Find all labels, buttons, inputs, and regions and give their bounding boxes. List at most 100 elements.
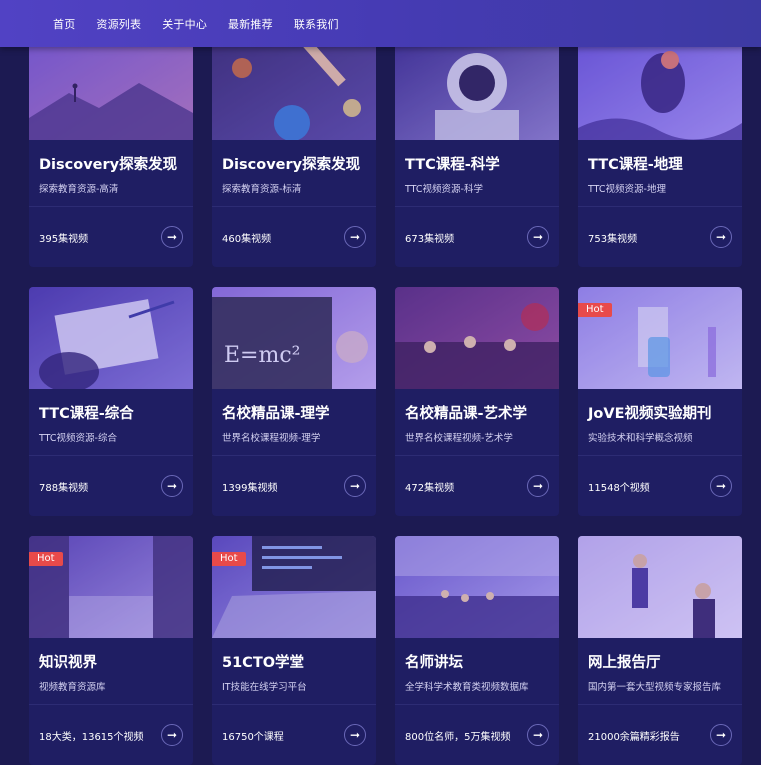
nav-recommend[interactable]: 最新推荐 xyxy=(228,16,273,32)
card-footer: 11548个视频 ➞ xyxy=(588,475,732,497)
hot-badge: Hot xyxy=(578,303,612,317)
card-thumbnail[interactable] xyxy=(212,38,376,140)
video-count: 16750个课程 xyxy=(222,731,284,743)
card-title[interactable]: 名师讲坛 xyxy=(395,638,559,672)
resource-card[interactable]: Hot 知识视界视频教育资源库 18大类，13615个视频 ➞ xyxy=(29,536,193,765)
video-count: 1399集视频 xyxy=(222,482,278,494)
card-title[interactable]: TTC课程-地理 xyxy=(578,140,742,174)
resource-card[interactable]: Discovery探索发现探索教育资源-高清 395集视频 ➞ xyxy=(29,38,193,267)
card-divider xyxy=(578,206,742,207)
nav-resources[interactable]: 资源列表 xyxy=(96,16,141,32)
card-divider xyxy=(395,455,559,456)
card-divider xyxy=(212,704,376,705)
card-footer: 673集视频 ➞ xyxy=(405,226,549,248)
resource-card[interactable]: Discovery探索发现 探索教育资源-标清 460集视频 ➞ xyxy=(212,38,376,267)
card-divider xyxy=(29,206,193,207)
resource-grid: Discovery探索发现 探索教育资源-高清 395集视频 ➞ Discovery探索… xyxy=(29,38,742,765)
card-title[interactable]: TTC课程-科学 xyxy=(395,140,559,174)
card-title[interactable]: 网上报告厅 xyxy=(578,638,742,672)
resource-card[interactable]: TTC课程-科学 TTC视频资源-科学 673集视频 ➞ xyxy=(395,38,559,267)
card-title[interactable]: 知识视界 xyxy=(29,638,193,672)
card-divider xyxy=(29,704,193,705)
card-thumbnail[interactable]: Hot xyxy=(578,287,742,389)
card-footer: 16750个课程 ➞ xyxy=(222,724,366,746)
arrow-right-icon[interactable]: ➞ xyxy=(710,226,732,248)
card-thumbnail[interactable]: Hot xyxy=(212,536,376,638)
resource-card[interactable]: 名师讲坛 全学科学术教育类视频数据库 800位名师，5万集视频 ➞ xyxy=(395,536,559,765)
arrow-right-icon[interactable]: ➞ xyxy=(161,475,183,497)
resource-card[interactable]: E=mc² 名校精品课-理学世界名校课程视频-理学 1399集视频 ➞ xyxy=(212,287,376,516)
arrow-right-icon[interactable]: ➞ xyxy=(344,475,366,497)
card-subtitle: 视频教育资源库 xyxy=(39,682,106,693)
video-count: 800位名师，5万集视频 xyxy=(405,731,511,743)
resource-card[interactable]: Hot 51CTO学堂 IT技能在线学习平台 16750个课程 ➞ xyxy=(212,536,376,765)
card-footer: 395集视频 ➞ xyxy=(39,226,183,248)
card-subtitle: 世界名校课程视频-艺术学 xyxy=(405,433,513,444)
card-title[interactable]: 51CTO学堂 xyxy=(212,638,376,672)
card-footer: 753集视频 ➞ xyxy=(588,226,732,248)
thumbnail-image: E=mc² xyxy=(212,287,376,389)
card-divider xyxy=(395,704,559,705)
video-count: 460集视频 xyxy=(222,233,272,245)
arrow-right-icon[interactable]: ➞ xyxy=(527,475,549,497)
thumbnail-image xyxy=(212,38,376,140)
card-subtitle: 世界名校课程视频-理学 xyxy=(222,433,321,444)
nav-contact[interactable]: 联系我们 xyxy=(294,16,339,32)
card-thumbnail[interactable]: Hot xyxy=(29,536,193,638)
resource-card[interactable]: TTC课程-地理 TTC视频资源-地理 753集视频 ➞ xyxy=(578,38,742,267)
card-title[interactable]: Discovery探索发现 xyxy=(212,140,376,174)
card-subtitle: 探索教育资源-高清 xyxy=(39,184,119,195)
resource-card[interactable]: Hot JoVE视频实验期刊实验技术和科学概念视频 11548个视频 ➞ xyxy=(578,287,742,516)
video-count: 11548个视频 xyxy=(588,482,650,494)
card-subtitle: TTC视频资源-地理 xyxy=(588,184,666,195)
nav-about[interactable]: 关于中心 xyxy=(162,16,207,32)
card-subtitle: IT技能在线学习平台 xyxy=(222,682,307,693)
card-thumbnail[interactable] xyxy=(395,287,559,389)
video-count: 788集视频 xyxy=(39,482,89,494)
arrow-right-icon[interactable]: ➞ xyxy=(710,475,732,497)
nav-home[interactable]: 首页 xyxy=(53,16,75,32)
card-thumbnail[interactable] xyxy=(29,287,193,389)
arrow-right-icon[interactable]: ➞ xyxy=(344,724,366,746)
card-subtitle: TTC视频资源-综合 xyxy=(39,433,117,444)
card-title[interactable]: 名校精品课-艺术学 xyxy=(395,389,559,423)
arrow-right-icon[interactable]: ➞ xyxy=(710,724,732,746)
resource-card[interactable]: TTC课程-综合 TTC视频资源-综合 788集视频 ➞ xyxy=(29,287,193,516)
video-count: 753集视频 xyxy=(588,233,638,245)
card-title[interactable]: 名校精品课-理学 xyxy=(212,389,376,423)
video-count: 21000余篇精彩报告 xyxy=(588,731,680,743)
arrow-right-icon[interactable]: ➞ xyxy=(527,724,549,746)
card-divider xyxy=(578,704,742,705)
arrow-right-icon[interactable]: ➞ xyxy=(161,226,183,248)
thumbnail-image xyxy=(395,536,559,638)
card-thumbnail[interactable] xyxy=(29,38,193,140)
card-footer: 788集视频 ➞ xyxy=(39,475,183,497)
thumbnail-image xyxy=(578,38,742,140)
card-divider xyxy=(212,455,376,456)
card-thumbnail[interactable] xyxy=(395,38,559,140)
hot-badge: Hot xyxy=(212,552,246,566)
thumbnail-image xyxy=(29,38,193,140)
card-subtitle: 实验技术和科学概念视频 xyxy=(588,433,693,444)
arrow-right-icon[interactable]: ➞ xyxy=(527,226,549,248)
card-thumbnail[interactable] xyxy=(578,536,742,638)
card-subtitle: TTC视频资源-科学 xyxy=(405,184,483,195)
card-title[interactable]: Discovery探索发现 xyxy=(29,140,193,174)
video-count: 18大类，13615个视频 xyxy=(39,731,144,743)
card-footer: 460集视频 ➞ xyxy=(222,226,366,248)
card-title[interactable]: JoVE视频实验期刊 xyxy=(578,389,742,423)
card-footer: 472集视频 ➞ xyxy=(405,475,549,497)
card-thumbnail[interactable] xyxy=(578,38,742,140)
card-divider xyxy=(29,455,193,456)
resource-card[interactable]: 名校精品课-艺术学世界名校课程视频-艺术学 472集视频 ➞ xyxy=(395,287,559,516)
video-count: 673集视频 xyxy=(405,233,455,245)
video-count: 395集视频 xyxy=(39,233,89,245)
card-footer: 800位名师，5万集视频 ➞ xyxy=(405,724,549,746)
arrow-right-icon[interactable]: ➞ xyxy=(161,724,183,746)
card-title[interactable]: TTC课程-综合 xyxy=(29,389,193,423)
arrow-right-icon[interactable]: ➞ xyxy=(344,226,366,248)
card-thumbnail[interactable] xyxy=(395,536,559,638)
card-subtitle: 国内第一套大型视频专家报告库 xyxy=(588,682,722,693)
card-thumbnail[interactable]: E=mc² xyxy=(212,287,376,389)
resource-card[interactable]: 网上报告厅国内第一套大型视频专家报告库 21000余篇精彩报告 ➞ xyxy=(578,536,742,765)
